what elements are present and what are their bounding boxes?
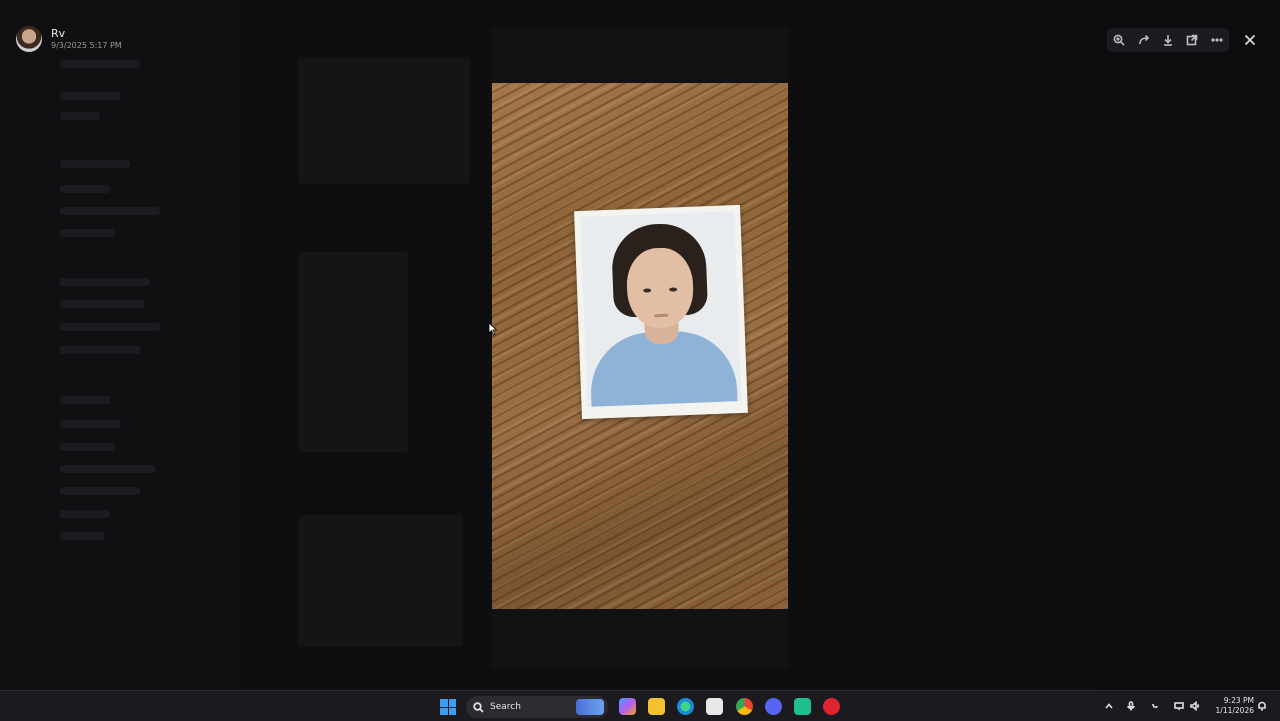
start-button[interactable]: [440, 699, 456, 715]
edge-icon[interactable]: [677, 698, 694, 715]
app-green-icon[interactable]: [794, 698, 811, 715]
taskbar-search[interactable]: Search: [466, 696, 608, 718]
system-tray: [1103, 691, 1201, 721]
clock[interactable]: 9:23 PM 1/11/2026: [1206, 696, 1254, 716]
discord-icon[interactable]: [765, 698, 782, 715]
clock-time: 9:23 PM: [1223, 696, 1254, 705]
file-explorer-icon[interactable]: [648, 698, 665, 715]
search-label: Search: [490, 702, 521, 712]
open-external-icon[interactable]: [1185, 33, 1199, 47]
microphone-icon[interactable]: [1125, 700, 1137, 712]
background-member-list: [1100, 0, 1280, 690]
viewer-toolbar: [1107, 28, 1229, 52]
notification-icon[interactable]: [1256, 700, 1268, 712]
avatar: [16, 26, 42, 52]
message-timestamp: 9/3/2025 5:17 PM: [51, 41, 122, 50]
network-icon[interactable]: [1173, 700, 1185, 712]
close-button[interactable]: [1238, 28, 1262, 52]
chrome-icon[interactable]: [736, 698, 753, 715]
taskbar: Search 9:23 PM 1/11/2026: [0, 690, 1280, 721]
forward-icon[interactable]: [1137, 33, 1151, 47]
language-icon[interactable]: [1149, 700, 1161, 712]
store-icon[interactable]: [706, 698, 723, 715]
more-icon[interactable]: [1210, 33, 1224, 47]
mouse-cursor-icon: [488, 322, 498, 336]
author-name: Rv: [51, 27, 66, 40]
download-icon[interactable]: [1161, 33, 1175, 47]
zoom-in-icon[interactable]: [1112, 33, 1126, 47]
app-red-icon[interactable]: [823, 698, 840, 715]
close-icon: [1244, 34, 1256, 46]
search-icon: [473, 701, 484, 713]
copilot-icon[interactable]: [619, 698, 636, 715]
volume-icon[interactable]: [1189, 700, 1201, 712]
clock-date: 1/11/2026: [1215, 706, 1254, 715]
search-highlight-icon: [576, 699, 604, 715]
background-sidebar: [0, 0, 240, 690]
chevron-up-icon[interactable]: [1103, 700, 1115, 712]
author-info: Rv 9/3/2025 5:17 PM: [16, 26, 122, 52]
portrait-print: [574, 204, 748, 420]
